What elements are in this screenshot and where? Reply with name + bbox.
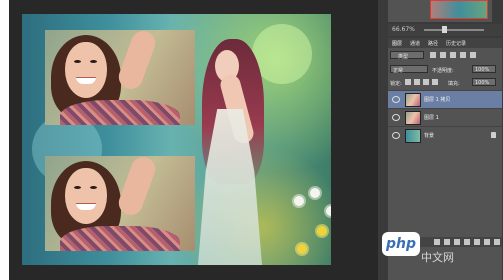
trash-icon[interactable] [494,239,500,245]
adjustment-layer-icon[interactable] [464,239,470,245]
lock-fill-row: 锁定: 填充: 100% [390,78,500,88]
navigator-preview[interactable] [388,0,492,22]
blend-opacity-row: 正常 不透明度: 100% [390,65,500,75]
tab-history[interactable]: 历史记录 [446,40,466,47]
portrait-face [65,168,107,224]
zoom-slider-handle[interactable] [442,26,447,33]
blend-mode-dropdown[interactable]: 正常 [390,65,428,74]
opacity-value: 100% [475,67,490,73]
lock-all-icon[interactable] [432,79,438,85]
new-layer-icon[interactable] [484,239,490,245]
opacity-label: 不透明度: [432,68,454,74]
tab-layers[interactable]: 图层 [392,40,402,47]
eye-icon[interactable] [392,96,400,103]
lock-image-icon[interactable] [414,79,420,85]
photo-layer-copy-top[interactable] [45,30,195,125]
fill-label: 填充: [448,81,460,87]
lock-transparent-icon[interactable] [405,79,411,85]
fill-value: 100% [475,80,490,86]
portrait-dress [60,226,180,251]
panel-tabs: 图层 通道 路径 历史记录 [388,38,502,48]
folder-icon[interactable] [474,239,480,245]
flowers [282,184,331,264]
flower [310,188,320,198]
zoom-value[interactable]: 66.67% [392,26,415,33]
portrait-eye [90,186,97,189]
blend-mode-value: 正常 [393,68,404,74]
lock-position-icon[interactable] [423,79,429,85]
layer-row[interactable]: 背景 [388,126,502,144]
kind-filter-label: 类型 [398,54,409,60]
site-name-watermark: 中文网 [421,251,454,264]
photoshop-window: 66.67% 图层 通道 路径 历史记录 类型 正常 不透明度: 100% 锁定… [9,0,503,280]
portrait-eye [74,186,81,189]
portrait-dress [60,100,180,125]
tab-paths[interactable]: 路径 [428,40,438,47]
portrait-eye [90,60,97,63]
fx-icon[interactable] [444,239,450,245]
portrait-eye [74,60,81,63]
pixel-filter-icon[interactable] [430,52,436,58]
smart-filter-icon[interactable] [470,52,476,58]
type-filter-icon[interactable] [450,52,456,58]
adjustment-filter-icon[interactable] [440,52,446,58]
zoom-slider[interactable] [424,29,484,31]
layer-thumbnail [405,111,421,125]
navigator-view-box[interactable] [430,0,488,19]
php-logo-watermark: php [382,232,420,256]
lock-label: 锁定: [390,81,402,87]
link-layers-icon[interactable] [434,239,440,245]
lock-icon [491,132,496,138]
portrait-arm [115,156,159,219]
eye-icon[interactable] [392,132,400,139]
mask-icon[interactable] [454,239,460,245]
flower [297,244,307,254]
flower [294,196,304,206]
opacity-field[interactable]: 100% [472,65,496,73]
layer-row[interactable]: 图层 1 [388,108,502,126]
layer-name[interactable]: 图层 1 [424,114,439,121]
layer-thumbnail [405,129,421,143]
document-canvas[interactable] [22,14,331,265]
fill-field[interactable]: 100% [472,78,496,86]
tab-channels[interactable]: 通道 [410,40,420,47]
layer-name[interactable]: 背景 [424,132,434,139]
layer-name[interactable]: 图层 1 拷贝 [424,96,450,103]
layer-thumbnail [405,93,421,107]
photo-layer-copy-bottom[interactable] [45,156,195,251]
kind-filter-dropdown[interactable]: 类型 [390,51,424,60]
flower [317,226,327,236]
flower [326,206,331,216]
php-logo-text: php [386,236,417,252]
layer-filter-row: 类型 [390,51,500,61]
layer-row[interactable]: 图层 1 拷贝 [388,90,502,108]
eye-icon[interactable] [392,114,400,121]
portrait-face [65,42,107,98]
canvas-workspace[interactable] [9,0,378,280]
portrait-arm [115,30,159,93]
shape-filter-icon[interactable] [460,52,466,58]
navigator-zoom-row: 66.67% [388,24,502,36]
